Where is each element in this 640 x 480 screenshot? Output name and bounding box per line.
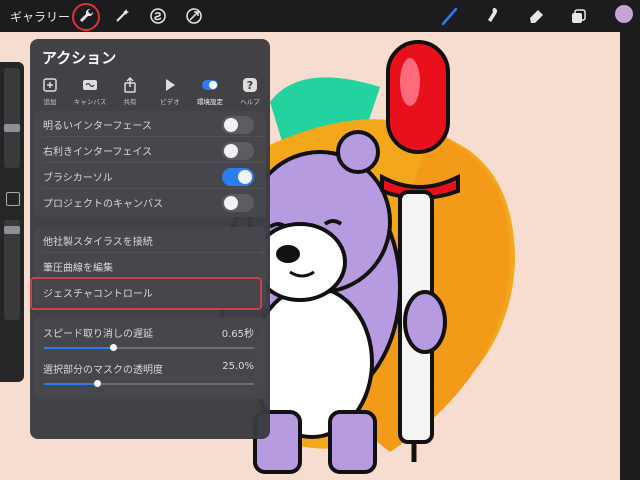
mask-opacity-slider[interactable] [44, 380, 254, 387]
toggle-row-right-hand-interface: 右利きインターフェイス [34, 137, 266, 163]
magic-wand-icon[interactable] [112, 6, 132, 26]
actions-tabs: 追加 キャンバス 共有 ビデオ 環境設定 ? ヘルプ [30, 77, 270, 107]
tab-preferences[interactable]: 環境設定 [190, 77, 230, 107]
undo-delay-knob[interactable] [110, 344, 118, 351]
tab-help[interactable]: ? ヘルプ [230, 77, 270, 107]
sliders-group: スピード取り消しの遅延 0.65秒 選択部分のマスクの透明度 25.0% [34, 317, 266, 399]
canvas-icon [82, 77, 98, 93]
toggle-icon [202, 77, 218, 93]
brush-size-sidebar [0, 62, 24, 382]
mask-opacity-row: 選択部分のマスクの透明度 25.0% [34, 353, 266, 399]
share-icon [122, 77, 138, 93]
tab-video[interactable]: ビデオ [150, 77, 190, 107]
light-interface-toggle[interactable] [222, 116, 254, 134]
right-hand-interface-toggle[interactable] [222, 142, 254, 160]
opacity-slider[interactable] [4, 220, 20, 320]
canvas-edge [620, 32, 640, 480]
gallery-button[interactable]: ギャラリー [10, 8, 70, 25]
mask-opacity-value: 25.0% [222, 361, 254, 372]
opacity-knob[interactable] [4, 226, 20, 234]
eraser-icon[interactable] [526, 6, 546, 26]
gesture-controls-annotation [30, 277, 262, 310]
toggle-row-light-interface: 明るいインターフェース [34, 111, 266, 137]
brush-size-knob[interactable] [4, 124, 20, 132]
tab-canvas[interactable]: キャンバス [70, 77, 110, 107]
brush-size-slider[interactable] [4, 68, 20, 168]
undo-delay-value: 0.65秒 [221, 329, 254, 340]
top-toolbar: ギャラリー [0, 0, 640, 32]
wrench-annotation-circle [72, 3, 100, 31]
play-icon [162, 77, 178, 93]
tab-add[interactable]: 追加 [30, 77, 70, 107]
color-swatch[interactable] [615, 5, 633, 23]
panel-title: アクション [42, 49, 117, 67]
actions-panel: アクション 追加 キャンバス 共有 ビデオ 環境設定 ? ヘルプ 明るいインター… [30, 39, 270, 439]
svg-text:?: ? [247, 79, 253, 92]
undo-delay-slider[interactable] [44, 344, 254, 351]
toggle-row-brush-cursor: ブラシカーソル [34, 163, 266, 189]
layers-icon[interactable] [568, 6, 588, 26]
add-icon [42, 77, 58, 93]
brush-icon[interactable] [440, 6, 460, 26]
smudge-icon[interactable] [482, 6, 502, 26]
mask-opacity-knob[interactable] [93, 380, 101, 387]
connect-stylus-link[interactable]: 他社製スタイラスを接続 [34, 227, 266, 253]
modify-button[interactable] [6, 192, 20, 206]
interface-toggles-group: 明るいインターフェース 右利きインターフェイス ブラシカーソル プロジェクトのキ… [34, 111, 266, 217]
help-icon: ? [242, 77, 258, 93]
toggle-row-project-canvas: プロジェクトのキャンバス [34, 189, 266, 215]
transform-arrow-icon[interactable] [184, 6, 204, 26]
selection-icon[interactable] [148, 6, 168, 26]
pressure-curve-link[interactable]: 筆圧曲線を編集 [34, 253, 266, 279]
brush-cursor-toggle[interactable] [222, 168, 254, 186]
project-canvas-toggle[interactable] [222, 194, 254, 212]
tab-share[interactable]: 共有 [110, 77, 150, 107]
